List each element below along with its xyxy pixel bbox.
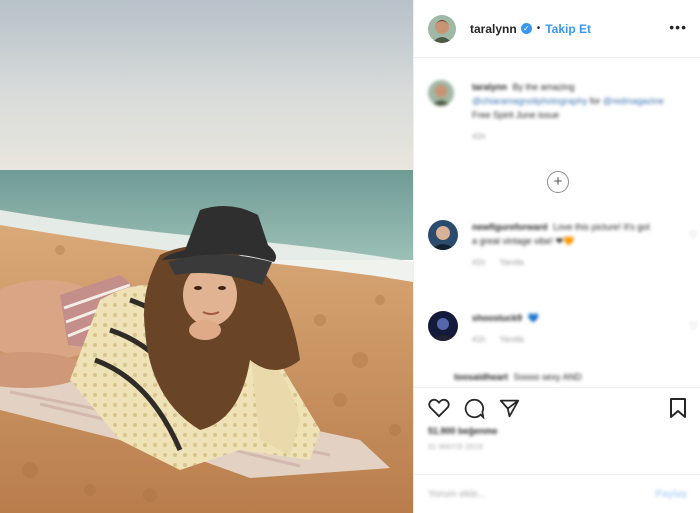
comment-body: shoostuck9 💙 41h Yanıtla [472,311,657,347]
comment-time: 41h [472,258,486,267]
more-options-icon[interactable]: ••• [669,20,687,34]
caption-mention[interactable]: @chiaramagnoliphotography [472,96,587,106]
comment-box: Yorum ekle... Paylaş [414,474,700,513]
likes-count[interactable]: 51.900 beğenme [428,426,687,436]
caption-body: for [589,96,601,106]
verified-badge-icon: ✓ [520,23,532,34]
post-viewer: taralynn ✓ • Takip Et ••• taralynn By th… [0,0,700,513]
reply-button[interactable]: Yanıtla [499,258,523,267]
bookmark-icon[interactable] [669,397,687,419]
comment-text: 💙 [527,313,539,323]
comment: toosaidheart Soooo sexy AND [428,372,690,386]
comment-emoji: ❤🧡 [555,236,575,246]
reply-button[interactable]: Yanıtla [499,335,523,344]
post-photo[interactable] [0,0,413,513]
avatar[interactable] [428,14,456,43]
comment-text: Soooo sexy AND [513,372,582,382]
share-icon[interactable] [499,398,520,419]
post-comment-button[interactable]: Paylaş [655,489,687,500]
action-icons [428,396,687,420]
comment-meta: 41h Yanıtla [472,333,657,347]
avatar[interactable] [428,220,458,250]
caption-username[interactable]: taralynn [472,82,507,92]
caption-body: By the amazing [512,82,575,92]
separator-dot: • [536,23,541,34]
follow-button[interactable]: Takip Et [545,22,591,36]
caption-time: 41h [472,132,486,141]
comment-username[interactable]: newfigureforward [472,222,548,232]
caption-text: taralynn By the amazing @chiaramagnoliph… [472,80,682,144]
load-more-comments-button[interactable]: + [547,171,569,193]
comment-username[interactable]: toosaidheart [454,372,508,382]
caption-body: Free Spirit June issue [472,110,560,120]
comment: newfigureforward Love this picture! It's… [428,220,698,270]
comment-body: newfigureforward Love this picture! It's… [472,220,657,270]
avatar[interactable] [428,80,454,106]
comment-meta: 41h Yanıtla [472,256,657,270]
post-actions: 51.900 beğenme 31 MAYIS 2019 [414,387,700,469]
heart-icon[interactable] [428,398,450,418]
caption-mention[interactable]: @redmagazine [603,96,664,106]
heart-icon[interactable]: ♡ [689,321,698,332]
post-side-panel: taralynn ✓ • Takip Et ••• taralynn By th… [413,0,700,513]
comment: shoostuck9 💙 41h Yanıtla ♡ [428,311,698,347]
comment-username[interactable]: shoostuck9 [472,313,522,323]
avatar[interactable] [428,311,458,341]
comment-input[interactable]: Yorum ekle... [428,489,655,500]
post-date: 31 MAYIS 2019 [428,444,484,451]
post-caption: taralynn By the amazing @chiaramagnoliph… [428,80,688,144]
beach-photo [0,0,413,513]
post-header: taralynn ✓ • Takip Et ••• [414,0,700,58]
comment-icon[interactable] [464,398,485,419]
heart-icon[interactable]: ♡ [689,230,698,241]
comment-time: 41h [472,335,486,344]
post-username[interactable]: taralynn [470,22,517,36]
